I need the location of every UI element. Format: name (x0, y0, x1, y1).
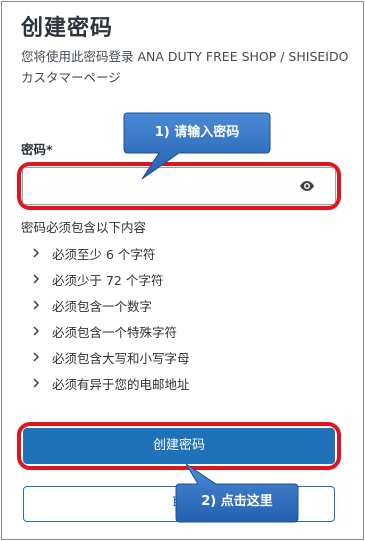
chevron-right-icon (33, 326, 40, 336)
callout-step1-text: 1) 请输入密码 (154, 125, 240, 140)
list-item: 必须少于 72 个字符 (32, 266, 190, 292)
chevron-right-icon (33, 300, 40, 310)
chevron-right-icon (33, 378, 40, 388)
list-item: 必须包含一个特殊字符 (32, 318, 190, 344)
eye-icon[interactable] (299, 179, 315, 193)
requirement-text: 必须包含一个特殊字符 (52, 324, 178, 340)
page-subtitle: 您将使用此密码登录 ANA DUTY FREE SHOP / SHISEIDO … (21, 49, 349, 85)
page-title: 创建密码 (21, 16, 114, 41)
requirements-title: 密码必须包含以下内容 (21, 220, 147, 235)
requirement-text: 必须包含大写和小写字母 (52, 350, 190, 366)
list-item: 必须包含大写和小写字母 (32, 344, 190, 370)
requirements-list: 必须至少 6 个字符 必须少于 72 个字符 必须包含一个数字 必须包含一个特殊… (32, 240, 190, 396)
chevron-right-icon (33, 352, 40, 362)
chevron-right-icon (33, 248, 40, 258)
requirement-text: 必须包含一个数字 (52, 298, 153, 314)
list-item: 必须有异于您的电邮地址 (32, 370, 190, 396)
list-item: 必须至少 6 个字符 (32, 240, 190, 266)
callout-step2: 2) 点击这里 (175, 463, 299, 523)
create-password-button[interactable]: 创建密码 (23, 428, 335, 464)
requirement-text: 必须有异于您的电邮地址 (52, 376, 190, 392)
requirement-text: 必须至少 6 个字符 (52, 246, 156, 262)
requirement-text: 必须少于 72 个字符 (52, 272, 164, 288)
callout-step1: 1) 请输入密码 (123, 112, 271, 180)
chevron-right-icon (33, 274, 40, 284)
password-label: 密码* (21, 142, 53, 157)
list-item: 必须包含一个数字 (32, 292, 190, 318)
callout-step2-text: 2) 点击这里 (201, 494, 273, 509)
